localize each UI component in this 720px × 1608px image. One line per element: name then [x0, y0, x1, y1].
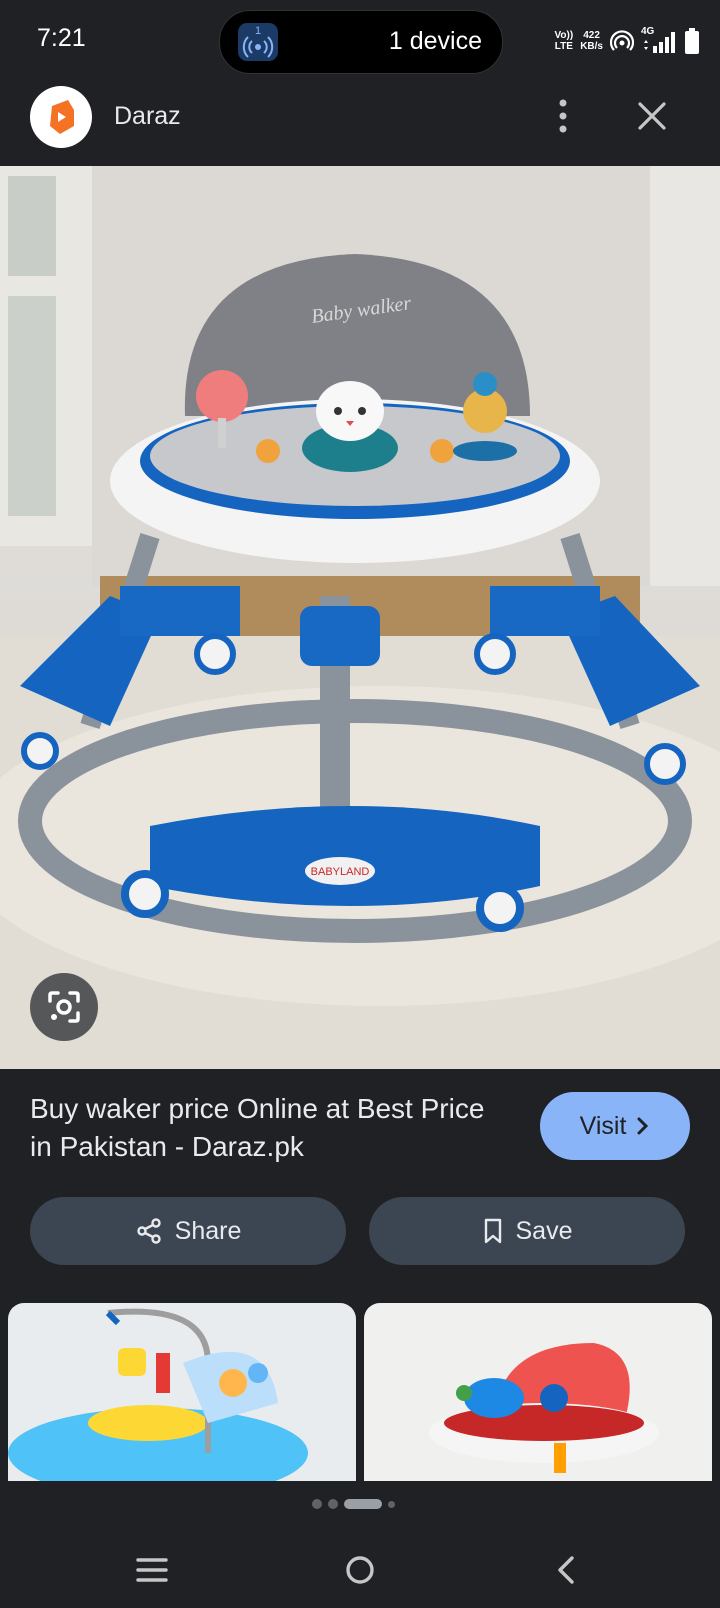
page-dot: [312, 1499, 322, 1509]
carousel-indicator: [312, 1497, 395, 1511]
close-icon[interactable]: [632, 96, 672, 136]
google-lens-button[interactable]: [30, 973, 98, 1041]
recents-icon[interactable]: [130, 1548, 174, 1592]
daraz-logo: [30, 86, 92, 148]
system-icons: Vo)) LTE 422 KB/s 4G: [554, 26, 701, 54]
cast-pill[interactable]: 1 1 device: [219, 10, 503, 74]
result-image[interactable]: BABYLAND Baby walker: [0, 166, 720, 1069]
app-name: Daraz: [114, 102, 181, 130]
bookmark-icon: [484, 1218, 501, 1244]
page-dot: [328, 1499, 338, 1509]
save-label: Save: [515, 1216, 573, 1245]
page-dot: [388, 1500, 395, 1508]
status-bar: 7:21 1 1 device Vo)) LTE 422 KB/s 4G: [0, 0, 720, 82]
visit-button[interactable]: Visit: [540, 1092, 690, 1160]
network-speed: 422 KB/s: [580, 30, 603, 52]
back-icon[interactable]: [546, 1548, 590, 1592]
signal-icon: 4G: [641, 26, 677, 53]
share-label: Share: [174, 1216, 242, 1245]
battery-icon: [685, 28, 699, 54]
app-bar: Daraz: [0, 82, 720, 166]
share-button[interactable]: Share: [30, 1197, 346, 1265]
volte-indicator: Vo)) LTE: [554, 30, 574, 52]
navigation-bar: [0, 1530, 720, 1608]
cast-icon: 1: [238, 23, 278, 61]
related-image[interactable]: [364, 1303, 712, 1481]
device-label: 1 device: [388, 27, 482, 55]
result-title[interactable]: Buy waker price Online at Best Price in …: [30, 1090, 500, 1166]
save-button[interactable]: Save: [369, 1197, 685, 1265]
brand-label: BABYLAND: [311, 866, 370, 878]
chevron-right-icon: [637, 1117, 649, 1135]
home-icon[interactable]: [338, 1548, 382, 1592]
visit-label: Visit: [579, 1111, 627, 1140]
hotspot-icon: [610, 30, 634, 51]
more-vert-icon[interactable]: [546, 96, 580, 136]
related-image[interactable]: [8, 1303, 356, 1481]
share-icon: [136, 1218, 161, 1244]
status-time: 7:21: [37, 24, 86, 52]
page-dot-active: [344, 1499, 382, 1509]
